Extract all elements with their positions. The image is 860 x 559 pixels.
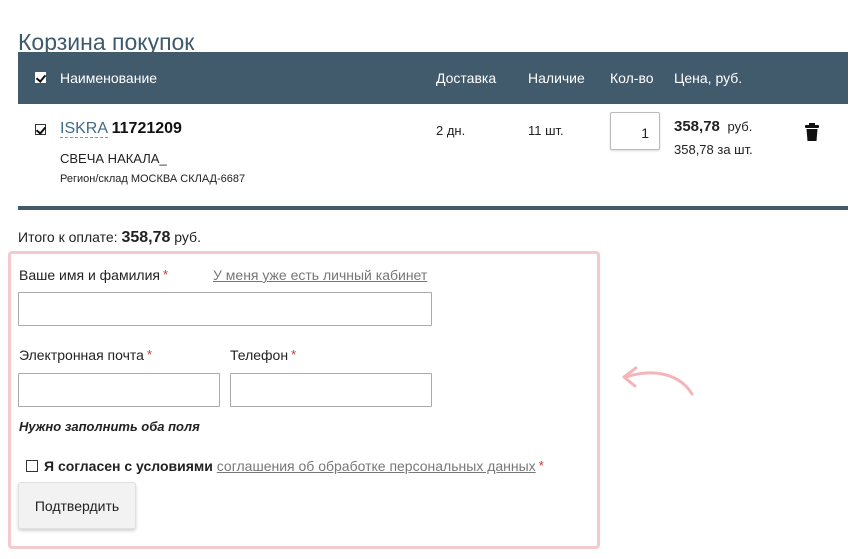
phone-label: Телефон *	[230, 347, 296, 363]
trash-icon[interactable]	[805, 123, 819, 144]
item-price: 358,78	[674, 118, 720, 135]
form-hint: Нужно заполнить оба поля	[19, 419, 200, 434]
item-region: Регион/склад МОСКВА СКЛАД-6687	[60, 173, 246, 185]
header-delivery: Доставка	[436, 70, 497, 86]
header-availability: Наличие	[528, 70, 585, 86]
privacy-agreement-link[interactable]: соглашения об обработке персональных дан…	[217, 458, 536, 474]
submit-button[interactable]: Подтвердить	[18, 482, 136, 529]
email-label-text: Электронная почта	[19, 347, 144, 363]
item-unit-price: 358,78 за шт.	[674, 142, 753, 157]
item-name: СВЕЧА НАКАЛА_	[60, 151, 167, 166]
header-quantity: Кол-во	[610, 70, 654, 86]
required-mark: *	[538, 458, 544, 473]
required-mark: *	[291, 347, 297, 362]
header-price: Цена, руб.	[674, 70, 743, 86]
checkbox-icon[interactable]	[35, 72, 46, 83]
phone-label-text: Телефон	[230, 347, 289, 363]
name-field[interactable]	[18, 292, 432, 326]
name-label: Ваше имя и фамилия *	[19, 267, 168, 283]
cart-item-row: ISKRA 11721209 СВЕЧА НАКАЛА_ Регион/скла…	[18, 104, 848, 206]
item-article: 11721209	[111, 120, 182, 137]
order-total: Итого к оплате: 358,78 руб.	[18, 229, 201, 247]
item-checkbox[interactable]	[35, 123, 46, 138]
quantity-input[interactable]: 1	[610, 112, 660, 150]
table-divider	[18, 206, 848, 210]
phone-field[interactable]	[230, 373, 432, 407]
total-amount: 358,78	[121, 229, 171, 246]
required-mark: *	[146, 347, 152, 362]
consent-row: Я согласен с условиями соглашения об обр…	[26, 458, 544, 474]
name-label-text: Ваше имя и фамилия	[19, 267, 160, 283]
item-delivery: 2 дн.	[436, 123, 466, 138]
required-mark: *	[162, 267, 169, 282]
email-field[interactable]	[18, 373, 220, 407]
header-name: Наименование	[60, 70, 158, 86]
consent-checkbox[interactable]	[26, 460, 38, 472]
item-currency: руб.	[727, 119, 753, 134]
item-availability: 11 шт.	[528, 123, 564, 138]
consent-text: Я согласен с условиями	[44, 458, 213, 474]
cart-table-header: Наименование Доставка Наличие Кол-во Цен…	[18, 52, 848, 104]
checkbox-icon[interactable]	[35, 124, 46, 135]
total-currency: руб.	[174, 229, 201, 245]
email-label: Электронная почта *	[19, 347, 152, 363]
curved-arrow-icon	[618, 364, 698, 403]
existing-account-link[interactable]: У меня уже есть личный кабинет	[213, 267, 427, 283]
total-label: Итого к оплате:	[18, 229, 118, 245]
select-all-checkbox[interactable]	[35, 70, 46, 86]
item-brand-link[interactable]: ISKRA	[60, 120, 109, 138]
